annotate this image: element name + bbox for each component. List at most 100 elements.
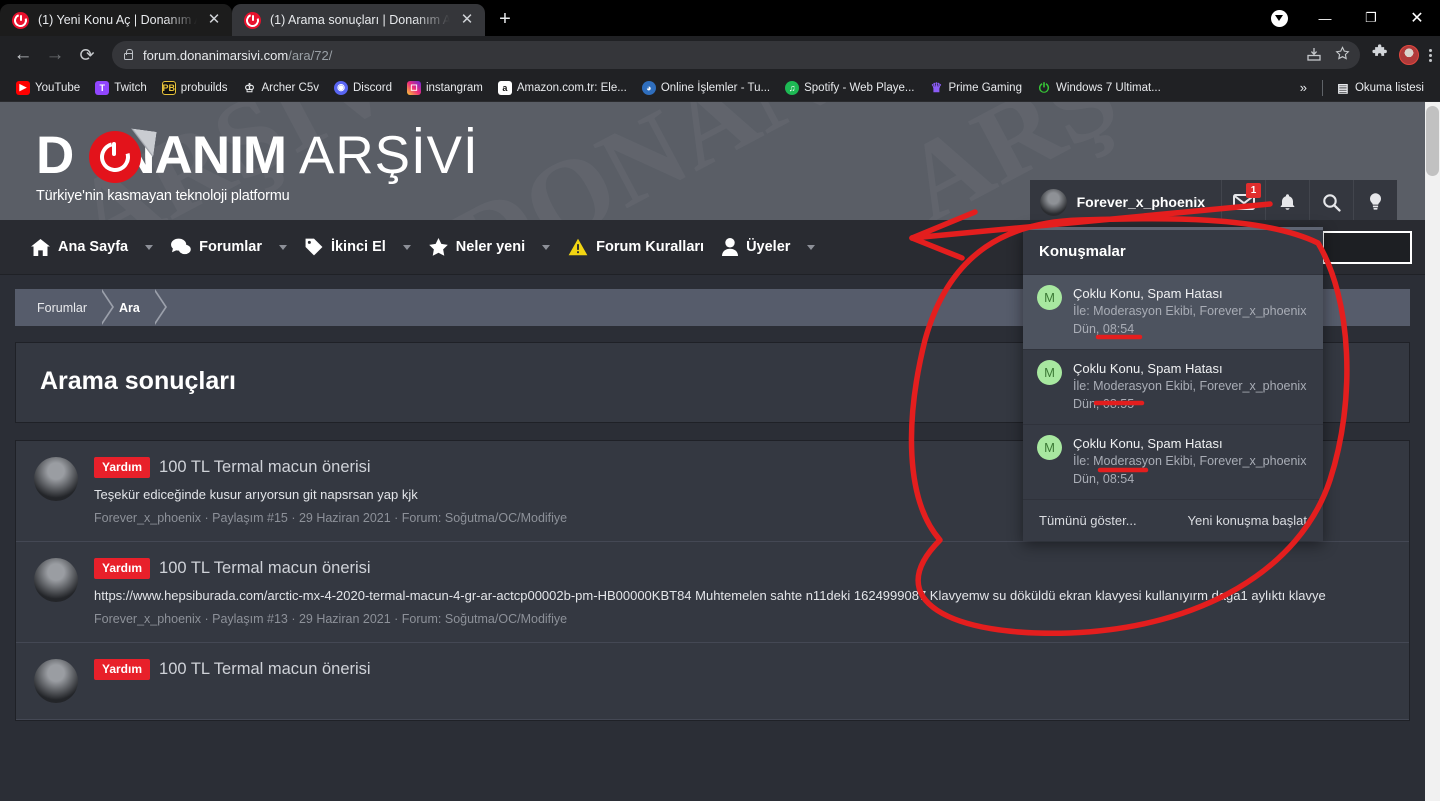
bookmark-label: Online İşlemler - Tu... — [660, 81, 771, 94]
new-tab-button[interactable]: + — [491, 6, 519, 34]
logo-tagline: Türkiye'nin kasmayan teknoloji platformu — [36, 188, 290, 204]
puzzle-icon[interactable] — [1372, 44, 1389, 66]
nav-item-uyeler[interactable]: Üyeler — [713, 220, 824, 275]
reading-list-label: Okuma listesi — [1354, 81, 1424, 94]
conversations-footer: Tümünü göster... Yeni konuşma başlat — [1023, 499, 1323, 541]
table-row[interactable]: Yardım 100 TL Termal macun önerisi — [16, 643, 1409, 720]
result-title[interactable]: 100 TL Termal macun önerisi — [159, 559, 371, 578]
reading-list-icon: ▤ — [1337, 80, 1349, 95]
home-icon — [31, 238, 50, 256]
list-item[interactable]: M Çoklu Konu, Spam Hatası İle: Moderasyo… — [1023, 424, 1323, 499]
tips-button[interactable] — [1353, 180, 1397, 220]
bookmark-archer[interactable]: ♔ Archer C5v — [236, 78, 325, 98]
conversation-participants: İle: Moderasyon Ekibi, Forever_x_phoenix — [1073, 304, 1307, 318]
address-bar[interactable]: forum.donanimarsivi.com/ara/72/ — [112, 41, 1360, 69]
bookmark-label: Discord — [353, 81, 392, 94]
nav-item-ikinci-el[interactable]: İkinci El — [296, 220, 420, 275]
list-item[interactable]: M Çoklu Konu, Spam Hatası İle: Moderasyo… — [1023, 349, 1323, 424]
avatar — [34, 457, 78, 501]
alerts-button[interactable] — [1265, 180, 1309, 220]
status-badge: Yardım — [94, 659, 151, 680]
star-icon[interactable] — [1335, 46, 1350, 64]
nav-item-forumlar[interactable]: Forumlar — [162, 220, 296, 275]
user-bar: Forever_x_phoenix 1 — [1029, 180, 1397, 220]
status-badge: Yardım — [94, 558, 151, 579]
chevron-down-icon[interactable] — [278, 244, 287, 250]
username-label: Forever_x_phoenix — [1076, 194, 1205, 210]
bookmark-prime-gaming[interactable]: ♛ Prime Gaming — [923, 78, 1028, 98]
bookmark-instagram[interactable]: ◻ instangram — [401, 78, 489, 98]
result-title[interactable]: 100 TL Termal macun önerisi — [159, 660, 371, 679]
list-item[interactable]: M Çoklu Konu, Spam Hatası İle: Moderasyo… — [1023, 274, 1323, 349]
scrollbar-thumb[interactable] — [1426, 106, 1439, 176]
nav-item-forum-kurallari[interactable]: Forum Kuralları — [559, 220, 713, 275]
bookmark-bank[interactable]: ◕ Online İşlemler - Tu... — [636, 78, 776, 98]
profile-avatar[interactable] — [1399, 45, 1419, 65]
nav-label: Forumlar — [199, 239, 262, 255]
bookmarks-overflow-button[interactable]: » — [1292, 78, 1315, 97]
browser-tab-2[interactable]: (1) Arama sonuçları | Donanım Ar ✕ — [232, 4, 485, 36]
three-dots-icon[interactable] — [1429, 48, 1432, 62]
start-new-conversation-link[interactable]: Yeni konuşma başlat — [1188, 513, 1308, 528]
bookmark-label: Twitch — [114, 81, 147, 94]
tag-icon — [305, 238, 323, 256]
lightbulb-icon — [1370, 193, 1381, 210]
chevron-down-icon[interactable] — [542, 244, 551, 250]
twitch-icon: T — [95, 80, 110, 95]
bank-icon: ◕ — [641, 80, 656, 95]
close-window-button[interactable]: ✕ — [1394, 0, 1440, 36]
table-row[interactable]: Yardım 100 TL Termal macun önerisi https… — [16, 542, 1409, 643]
close-icon[interactable]: ✕ — [459, 12, 475, 28]
bookmark-label: Spotify - Web Playe... — [804, 81, 915, 94]
tab-title: (1) Arama sonuçları | Donanım Ar — [270, 13, 450, 27]
divider — [1321, 79, 1323, 96]
crown-icon: ♛ — [930, 79, 943, 95]
avatar — [34, 558, 78, 602]
conversation-body: Çoklu Konu, Spam Hatası İle: Moderasyon … — [1073, 285, 1309, 338]
conversation-date: Dün, 08:55 — [1073, 397, 1135, 411]
browser-tab-1[interactable]: (1) Yeni Konu Aç | Donanım Arşivi ✕ — [0, 4, 232, 36]
bookmark-windows7[interactable]: ⏻ Windows 7 Ultimat... — [1031, 78, 1167, 98]
search-button[interactable] — [1309, 180, 1353, 220]
maximize-button[interactable]: ❐ — [1348, 0, 1394, 36]
bookmark-spotify[interactable]: ♫ Spotify - Web Playe... — [779, 78, 920, 98]
chevron-down-icon[interactable] — [402, 244, 411, 250]
bookmark-youtube[interactable]: ▶ YouTube — [10, 78, 86, 98]
back-icon[interactable]: ← — [8, 40, 38, 70]
install-icon[interactable] — [1307, 47, 1321, 64]
logo-text: D NANIM ARŞİVİ — [36, 128, 479, 184]
power-logo-icon — [89, 131, 141, 183]
minimize-button[interactable]: — — [1302, 0, 1348, 36]
bookmark-label: Archer C5v — [261, 81, 319, 94]
forward-icon[interactable]: → — [40, 40, 70, 70]
result-title[interactable]: 100 TL Termal macun önerisi — [159, 458, 371, 477]
result-snippet: https://www.hepsiburada.com/arctic-mx-4-… — [94, 588, 1326, 603]
page-scrollbar[interactable] — [1425, 102, 1440, 801]
tiktok-icon — [244, 11, 261, 29]
bookmark-twitch[interactable]: T Twitch — [89, 78, 153, 98]
user-menu-button[interactable]: Forever_x_phoenix — [1029, 180, 1221, 220]
reload-icon[interactable]: ⟳ — [72, 40, 102, 70]
inbox-badge: 1 — [1246, 183, 1261, 198]
chevron-down-icon[interactable] — [145, 244, 154, 250]
nav-item-neler-yeni[interactable]: Neler yeni — [420, 220, 559, 275]
site-logo[interactable]: D NANIM ARŞİVİ Türkiye'nin kasmayan tekn… — [36, 128, 479, 205]
show-all-link[interactable]: Tümünü göster... — [1039, 513, 1137, 528]
nav-item-ana-sayfa[interactable]: Ana Sayfa — [22, 220, 162, 275]
close-icon[interactable]: ✕ — [206, 12, 222, 28]
bookmark-label: instangram — [425, 81, 483, 94]
search-input[interactable] — [1322, 231, 1412, 264]
probuilds-icon: PB — [161, 80, 176, 95]
caret-down-icon[interactable] — [1256, 0, 1302, 36]
breadcrumb-item-forumlar[interactable]: Forumlar — [15, 289, 115, 326]
chevron-down-icon[interactable] — [807, 244, 816, 250]
inbox-button[interactable]: 1 — [1221, 180, 1265, 220]
conversation-title: Çoklu Konu, Spam Hatası — [1073, 436, 1223, 451]
reading-list-button[interactable]: ▤ Okuma listesi — [1330, 78, 1430, 98]
bookmark-amazon[interactable]: a Amazon.com.tr: Ele... — [492, 78, 633, 98]
bookmark-label: Amazon.com.tr: Ele... — [516, 81, 627, 94]
bookmark-probuilds[interactable]: PB probuilds — [156, 78, 234, 98]
lock-icon — [124, 48, 133, 60]
bookmark-discord[interactable]: ◉ Discord — [328, 78, 398, 98]
conversation-body: Çoklu Konu, Spam Hatası İle: Moderasyon … — [1073, 435, 1309, 488]
